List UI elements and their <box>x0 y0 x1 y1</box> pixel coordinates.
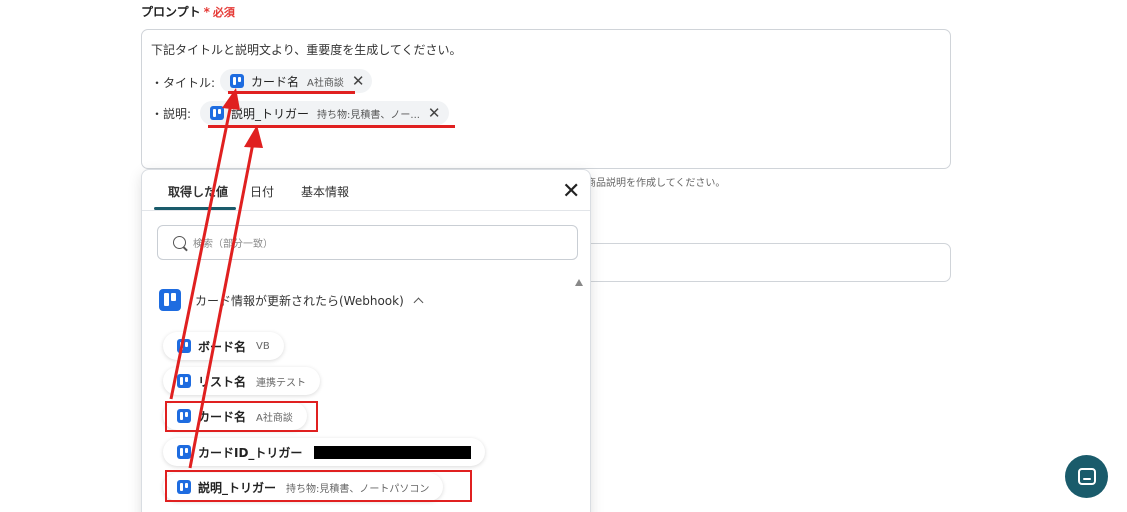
chat-icon <box>1077 468 1096 485</box>
chat-launcher-button[interactable] <box>1065 455 1108 498</box>
arrow-head-description <box>244 125 263 148</box>
arrow-line-card-name <box>169 103 233 400</box>
arrow-line-description <box>188 142 255 469</box>
annotation-arrows <box>169 88 263 469</box>
arrow-head-card-name <box>222 88 240 110</box>
